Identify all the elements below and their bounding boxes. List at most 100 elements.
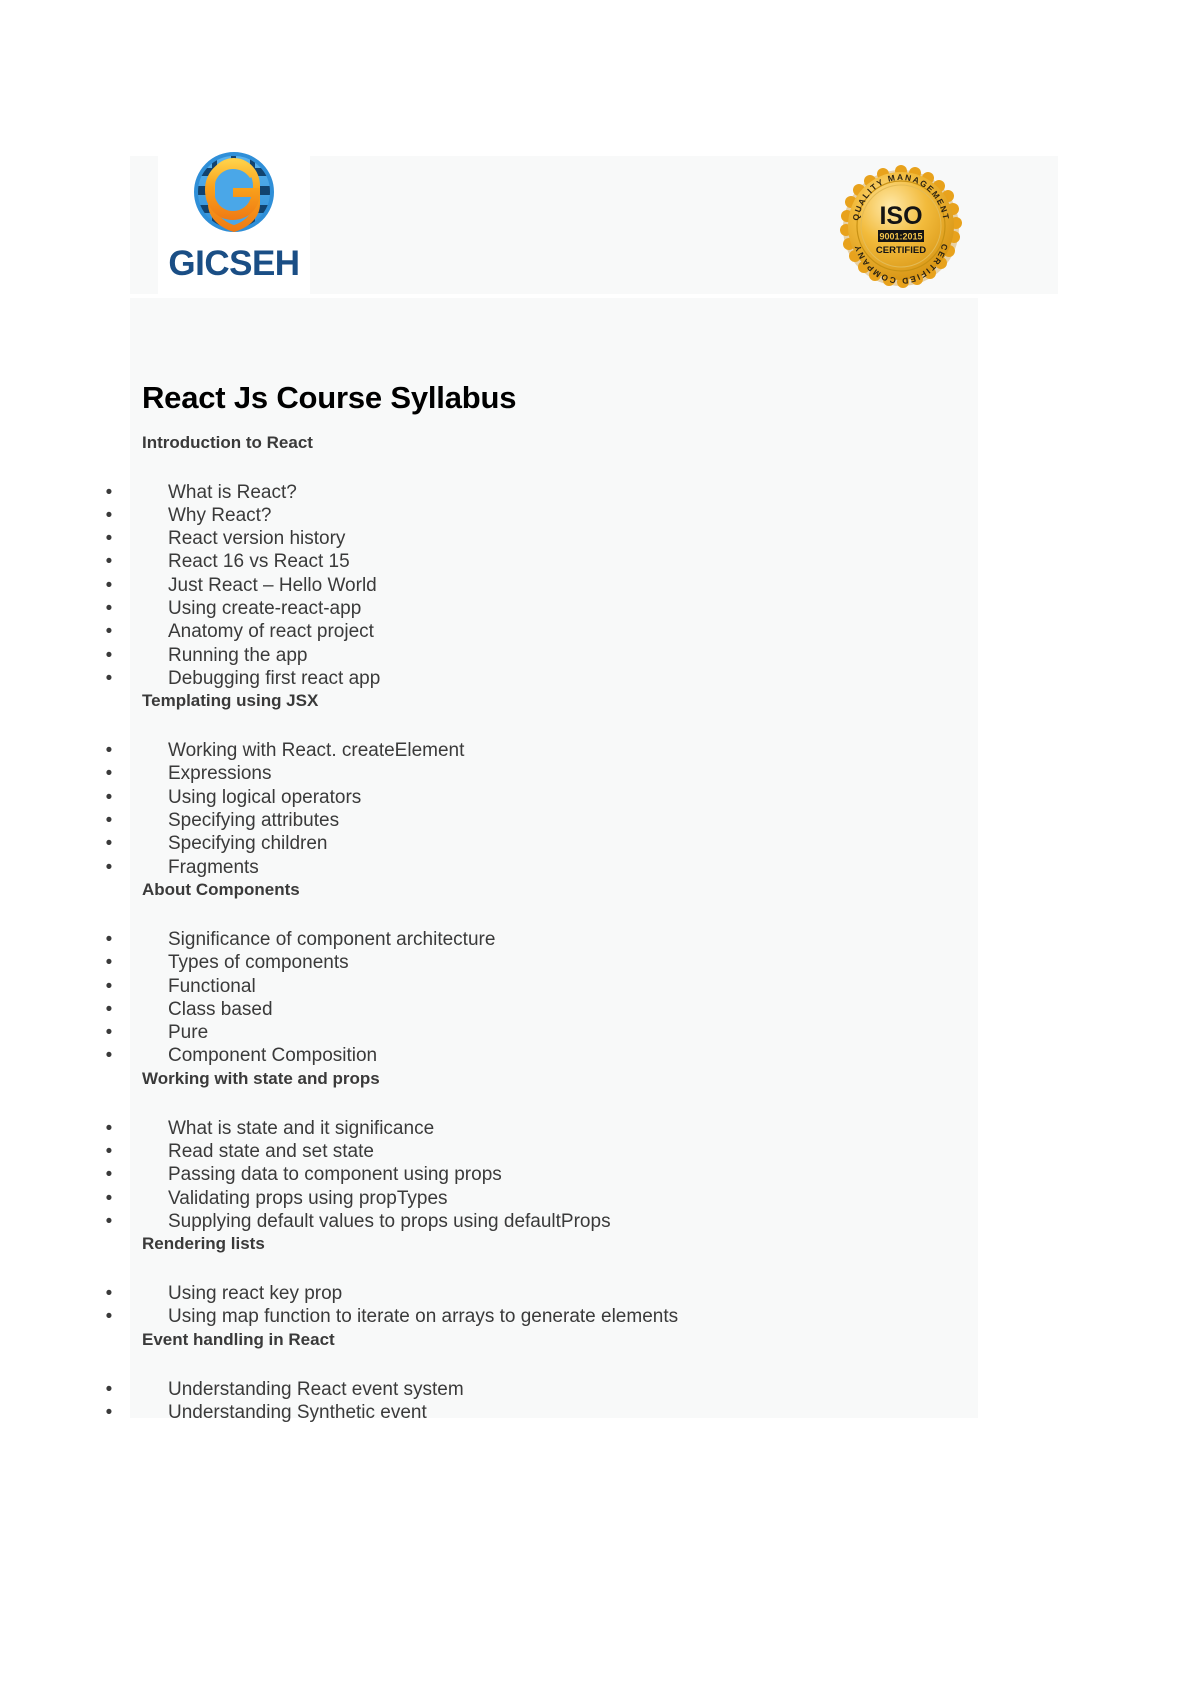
- brand-wordmark: GICSEH: [168, 244, 300, 283]
- list-item: • Running the app: [106, 644, 1058, 667]
- list-item-label: Why React?: [168, 504, 272, 526]
- bullet-icon: •: [105, 667, 113, 689]
- bullet-icon: •: [105, 740, 113, 762]
- list-item: • Supplying default values to props using…: [106, 1210, 1058, 1233]
- bullet-icon: •: [105, 1022, 113, 1044]
- list-item-label: Expressions: [168, 763, 272, 785]
- document-header: GICSEH QUALITY MANAGEMENT CERTIFIED COMP…: [130, 146, 1058, 296]
- list-item: • Anatomy of react project: [106, 620, 1058, 643]
- bullet-icon: •: [105, 1187, 113, 1209]
- section-items: • What is React? • Why React? • React versi…: [106, 481, 1058, 691]
- list-item: • Component Composition: [106, 1044, 1058, 1067]
- bullet-icon: •: [105, 763, 113, 785]
- document-page: GICSEH QUALITY MANAGEMENT CERTIFIED COMP…: [0, 0, 1200, 1698]
- section-heading: Introduction to React: [142, 432, 313, 452]
- bullet-icon: •: [105, 1401, 113, 1423]
- list-item-label: Understanding React event system: [168, 1378, 464, 1400]
- list-item: • Working with React. createElement: [106, 739, 1058, 762]
- list-item: • Passing data to component using props: [106, 1163, 1058, 1186]
- list-item-label: Class based: [168, 998, 273, 1020]
- list-item: • Fragments: [106, 856, 1058, 879]
- list-item-label: Specifying attributes: [168, 810, 340, 832]
- syllabus-section: • Significance of component architecture …: [106, 928, 1058, 1091]
- bullet-icon: •: [105, 786, 113, 808]
- brand-logo: GICSEH: [158, 146, 310, 296]
- bullet-icon: •: [105, 1283, 113, 1305]
- bullet-icon: •: [105, 598, 113, 620]
- bullet-icon: •: [105, 1378, 113, 1400]
- syllabus-section: Introduction to React • What is React? • W…: [106, 416, 1058, 714]
- page-title: React Js Course Syllabus: [142, 380, 517, 415]
- list-item: • React 16 vs React 15: [106, 550, 1058, 573]
- list-item: • Using map function to iterate on arrays…: [106, 1305, 1058, 1328]
- list-item-label: Supplying default values to props using …: [168, 1210, 611, 1232]
- section-heading: Rendering lists: [142, 1234, 265, 1254]
- list-item: • Functional: [106, 975, 1058, 998]
- list-item-label: What is React?: [168, 481, 297, 503]
- list-item-label: Types of components: [168, 952, 349, 974]
- list-item-label: Using map function to iterate on arrays …: [168, 1306, 679, 1328]
- bullet-icon: •: [105, 528, 113, 550]
- list-item: • Debugging first react app: [106, 667, 1058, 690]
- list-item-label: What is state and it significance: [168, 1117, 435, 1139]
- bullet-icon: •: [105, 504, 113, 526]
- list-item: • Using logical operators: [106, 786, 1058, 809]
- syllabus-section: • Understanding React event system • Under…: [106, 1378, 1058, 1425]
- section-items: • Using react key prop • Using map functio…: [106, 1282, 1058, 1329]
- list-item: • What is state and it significance: [106, 1117, 1058, 1140]
- list-item-label: Pure: [168, 1022, 209, 1044]
- list-item: • Just React – Hello World: [106, 574, 1058, 597]
- list-item-label: Using create-react-app: [168, 598, 362, 620]
- bullet-icon: •: [105, 810, 113, 832]
- list-item-label: React 16 vs React 15: [168, 551, 350, 573]
- bullet-icon: •: [105, 1117, 113, 1139]
- section-items: • Understanding React event system • Under…: [106, 1378, 1058, 1425]
- list-item: • Significance of component architecture: [106, 928, 1058, 951]
- list-item: • Using create-react-app: [106, 597, 1058, 620]
- syllabus-section: • Using react key prop • Using map functio…: [106, 1282, 1058, 1352]
- bullet-icon: •: [105, 621, 113, 643]
- list-item-label: Debugging first react app: [168, 667, 381, 689]
- bullet-icon: •: [105, 1164, 113, 1186]
- list-item: • Validating props using propTypes: [106, 1187, 1058, 1210]
- list-item: • Why React?: [106, 504, 1058, 527]
- bullet-icon: •: [105, 1210, 113, 1232]
- list-item: • Using react key prop: [106, 1282, 1058, 1305]
- list-item: • Read state and set state: [106, 1140, 1058, 1163]
- list-item-label: Functional: [168, 975, 256, 997]
- list-item: • Expressions: [106, 762, 1058, 785]
- list-item: • Understanding React event system: [106, 1378, 1058, 1401]
- list-item-label: Using logical operators: [168, 786, 362, 808]
- list-item: • Class based: [106, 998, 1058, 1021]
- section-heading: Working with state and props: [142, 1068, 380, 1088]
- bullet-icon: •: [105, 1140, 113, 1162]
- bullet-icon: •: [105, 481, 113, 503]
- section-items: • Working with React. createElement • Expr…: [106, 739, 1058, 879]
- list-item-label: Using react key prop: [168, 1283, 343, 1305]
- list-item: • Specifying children: [106, 832, 1058, 855]
- bullet-icon: •: [105, 998, 113, 1020]
- list-item: • React version history: [106, 527, 1058, 550]
- list-item-label: Read state and set state: [168, 1140, 374, 1162]
- list-item-label: Understanding Synthetic event: [168, 1401, 427, 1423]
- bullet-icon: •: [105, 1306, 113, 1328]
- list-item: • Understanding Synthetic event: [106, 1401, 1058, 1424]
- list-item-label: Just React – Hello World: [168, 574, 377, 596]
- section-heading: About Components: [142, 879, 300, 899]
- list-item-label: Significance of component architecture: [168, 928, 496, 950]
- bullet-icon: •: [105, 833, 113, 855]
- bullet-icon: •: [105, 644, 113, 666]
- list-item-label: Anatomy of react project: [168, 621, 374, 643]
- globe-shield-g-icon: [186, 146, 282, 242]
- list-item-label: Fragments: [168, 856, 259, 878]
- section-items: • What is state and it significance • Read…: [106, 1117, 1058, 1233]
- bullet-icon: •: [105, 975, 113, 997]
- list-item-label: Working with React. createElement: [168, 740, 465, 762]
- list-item: • What is React?: [106, 481, 1058, 504]
- list-item-label: Specifying children: [168, 833, 328, 855]
- bullet-icon: •: [105, 928, 113, 950]
- list-item-label: React version history: [168, 528, 346, 550]
- bullet-icon: •: [105, 856, 113, 878]
- list-item-label: Validating props using propTypes: [168, 1187, 448, 1209]
- list-item-label: Passing data to component using props: [168, 1164, 502, 1186]
